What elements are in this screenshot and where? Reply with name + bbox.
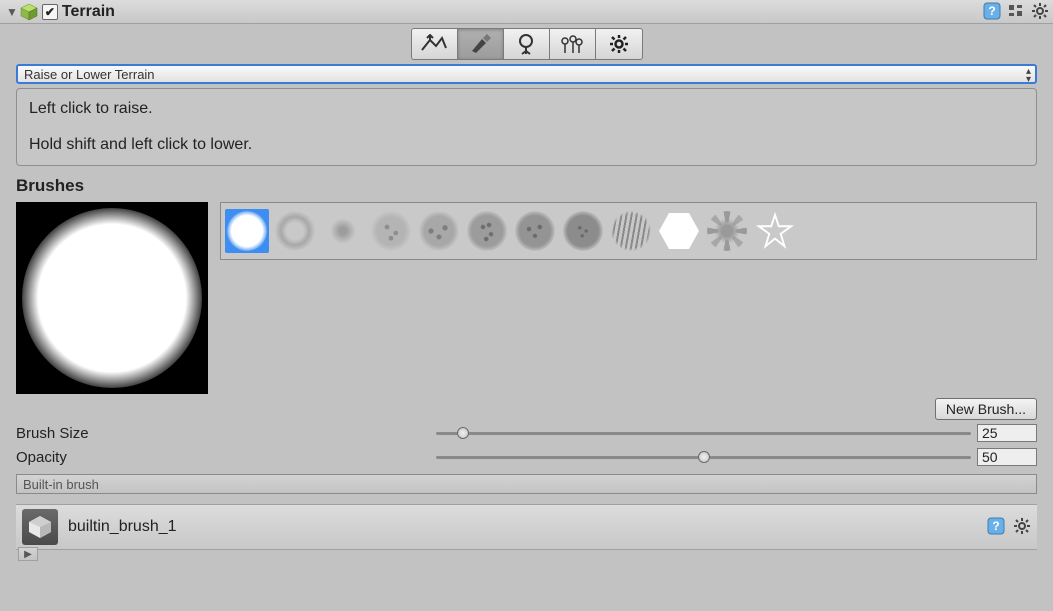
- terrain-icon: [20, 3, 38, 21]
- brush-sparkle[interactable]: [705, 209, 749, 253]
- brushes-title: Brushes: [16, 176, 1037, 196]
- brush-size-field[interactable]: 25: [977, 424, 1037, 442]
- help-icon[interactable]: ?: [987, 517, 1005, 535]
- brush-asset-header: builtin_brush_1 ? ▶: [16, 504, 1037, 550]
- terrain-mode-label: Raise or Lower Terrain: [24, 67, 155, 82]
- svg-text:?: ?: [992, 519, 999, 533]
- help-line-1: Left click to raise.: [29, 99, 1024, 119]
- opacity-field[interactable]: 50: [977, 448, 1037, 466]
- opacity-slider[interactable]: [436, 448, 971, 466]
- new-brush-label: New Brush...: [946, 401, 1026, 417]
- brush-preview-image: [22, 208, 202, 388]
- gear-icon[interactable]: [1013, 517, 1031, 535]
- svg-text:?: ?: [988, 4, 995, 18]
- terrain-mode-select[interactable]: Raise or Lower Terrain ▴▾: [16, 64, 1037, 84]
- brush-noise-2[interactable]: [417, 209, 461, 253]
- foldout-toggle[interactable]: ▼: [6, 5, 18, 19]
- dropdown-caret-icon: ▴▾: [1026, 68, 1031, 84]
- component-header: ▼ ✔ Terrain ?: [0, 0, 1053, 24]
- asset-foldout-toggle[interactable]: ▶: [18, 547, 38, 561]
- brush-noise-3[interactable]: [465, 209, 509, 253]
- detail-tool[interactable]: [550, 29, 596, 59]
- opacity-label: Opacity: [16, 449, 436, 466]
- brush-asset-name: builtin_brush_1: [68, 518, 177, 536]
- brush-noise-5[interactable]: [561, 209, 605, 253]
- brush-hexagon[interactable]: [657, 209, 701, 253]
- raise-lower-tool[interactable]: [412, 29, 458, 59]
- brush-soft-ring[interactable]: [273, 209, 317, 253]
- brush-palette: [220, 202, 1037, 260]
- brush-preview: [16, 202, 208, 394]
- brush-size-slider[interactable]: [436, 424, 971, 442]
- brush-small-dot[interactable]: [321, 209, 365, 253]
- brush-stripes[interactable]: [609, 209, 653, 253]
- component-title: Terrain: [62, 3, 115, 21]
- help-box: Left click to raise. Hold shift and left…: [16, 88, 1037, 166]
- brush-noise-1[interactable]: [369, 209, 413, 253]
- help-line-2: Hold shift and left click to lower.: [29, 135, 1024, 155]
- gear-icon[interactable]: [1031, 2, 1049, 20]
- tree-tool[interactable]: [504, 29, 550, 59]
- brush-soft-round[interactable]: [225, 209, 269, 253]
- brush-noise-4[interactable]: [513, 209, 557, 253]
- help-icon[interactable]: ?: [983, 2, 1001, 20]
- new-brush-button[interactable]: New Brush...: [935, 398, 1037, 420]
- brush-status-label: Built-in brush: [16, 474, 1037, 494]
- settings-tool[interactable]: [596, 29, 642, 59]
- paint-tool[interactable]: [458, 29, 504, 59]
- brush-star-outline[interactable]: [753, 209, 797, 253]
- enabled-checkbox[interactable]: ✔: [42, 4, 58, 20]
- preset-icon[interactable]: [1007, 2, 1025, 20]
- unity-asset-icon: [22, 509, 58, 545]
- terrain-toolbar: [411, 28, 643, 60]
- brush-size-label: Brush Size: [16, 425, 436, 442]
